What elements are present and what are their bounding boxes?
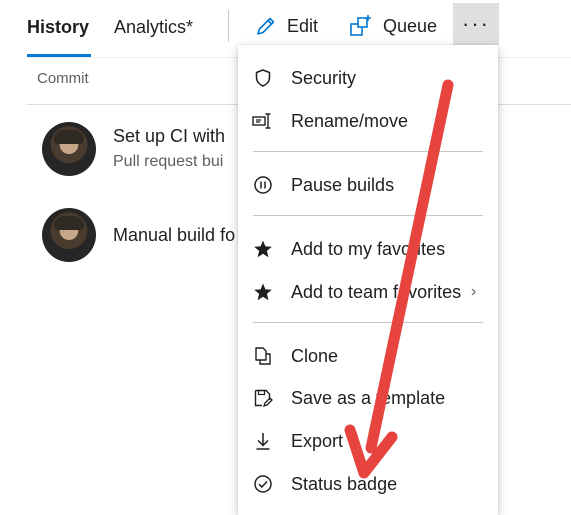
run-subtitle: Pull request bui [113,153,224,170]
export-icon [252,430,274,452]
menu-item-label: Add to my favorites [291,238,446,259]
menu-item-label: Security [291,67,357,88]
toolbar-divider [228,10,229,42]
menu-separator [253,215,483,216]
menu-item-clone[interactable]: Clone [238,336,498,376]
tab-history[interactable]: History [27,14,89,40]
menu-item-add-to-team-favorites[interactable]: Add to team favorites › [238,272,498,312]
more-actions-button[interactable]: ··· [453,3,499,45]
more-actions-menu: Security Rename/move Pause builds Add to… [238,45,498,515]
status-badge-icon [252,473,274,495]
save-template-icon [252,387,274,409]
clone-icon [252,345,274,367]
menu-item-export[interactable]: Export [238,421,498,461]
edit-label: Edit [287,16,319,36]
star-icon [252,238,274,260]
menu-item-label: Clone [291,345,339,366]
menu-item-label: Export [291,430,344,451]
pause-icon [252,174,274,196]
menu-item-add-to-my-favorites[interactable]: Add to my favorites [238,229,498,269]
pencil-icon [257,17,275,35]
tab-analytics[interactable]: Analytics* [114,14,193,40]
menu-item-save-as-template[interactable]: Save as a template [238,378,498,418]
rename-icon [252,110,274,132]
shield-icon [252,67,274,89]
menu-item-security[interactable]: Security [238,58,498,98]
menu-separator [253,151,483,152]
chevron-right-icon: › [471,283,477,300]
menu-item-label: Status badge [291,473,398,494]
column-header-commit: Commit [37,70,89,87]
more-icon: ··· [462,11,490,36]
avatar [42,208,96,262]
menu-item-label: Rename/move [291,110,409,131]
run-title[interactable]: Set up CI with [113,126,225,147]
menu-item-pause-builds[interactable]: Pause builds [238,165,498,205]
queue-icon [350,15,371,36]
menu-separator [253,322,483,323]
menu-item-status-badge[interactable]: Status badge [238,464,498,504]
edit-button[interactable]: Edit [255,10,318,42]
avatar [42,122,96,176]
queue-button[interactable]: Queue [349,10,437,42]
menu-item-label: Add to team favorites [291,281,462,302]
queue-label: Queue [383,16,438,36]
menu-item-label: Save as a template [291,387,446,408]
menu-item-label: Pause builds [291,174,395,195]
run-title[interactable]: Manual build fo [113,225,235,246]
menu-item-rename-move[interactable]: Rename/move [238,101,498,141]
star-icon [252,281,274,303]
